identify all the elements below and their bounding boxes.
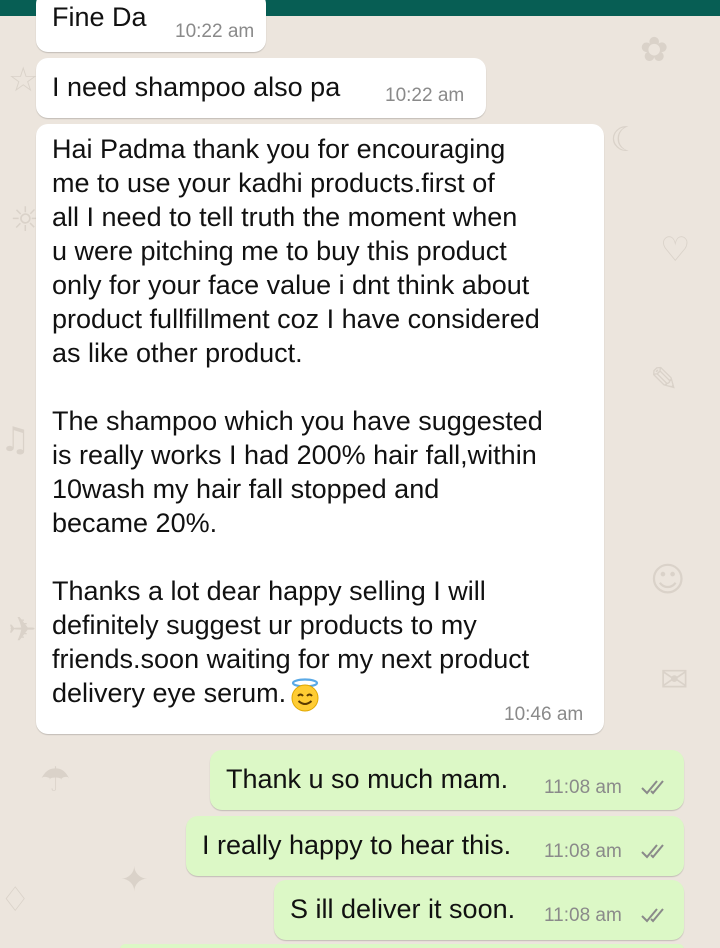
outgoing-message[interactable]: I really happy to hear this. 11:08 am: [186, 816, 684, 876]
smiling-face-with-halo-icon: [291, 678, 319, 712]
message-time: 10:22 am: [175, 21, 255, 42]
message-text: I really happy to hear this.: [202, 830, 512, 860]
message-time: 10:22 am: [385, 85, 465, 106]
message-text: S ill deliver it soon.: [290, 894, 516, 924]
read-double-check-icon: [641, 844, 664, 859]
message-text: Fine Da: [52, 2, 147, 32]
outgoing-message[interactable]: S ill deliver it soon. 11:08 am: [274, 880, 684, 940]
message-time: 11:08 am: [544, 777, 622, 798]
outgoing-message[interactable]: [120, 944, 684, 948]
read-double-check-icon: [641, 908, 664, 923]
message-body: Hai Padma thank you for encouraging me t…: [52, 134, 543, 708]
message-time: 11:08 am: [544, 841, 622, 862]
message-time: 10:46 am: [504, 704, 584, 725]
incoming-message[interactable]: I need shampoo also pa 10:22 am: [36, 58, 486, 118]
incoming-message[interactable]: Fine Da 10:22 am: [36, 0, 266, 52]
message-text: Hai Padma thank you for encouraging me t…: [52, 132, 592, 712]
message-time: 11:08 am: [544, 905, 622, 926]
message-text: Thank u so much mam.: [226, 764, 509, 794]
incoming-message[interactable]: Hai Padma thank you for encouraging me t…: [36, 124, 604, 734]
outgoing-message[interactable]: Thank u so much mam. 11:08 am: [210, 750, 684, 810]
message-text: I need shampoo also pa: [52, 72, 341, 102]
read-double-check-icon: [641, 780, 664, 795]
